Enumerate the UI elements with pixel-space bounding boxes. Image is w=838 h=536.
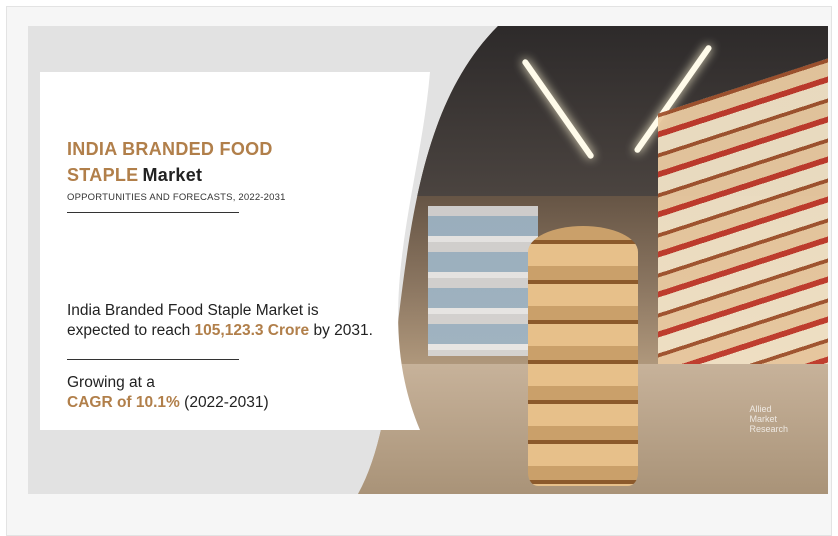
title-accent: STAPLE bbox=[67, 165, 139, 185]
divider bbox=[67, 212, 239, 213]
growth-line-1: Growing at a bbox=[67, 374, 155, 391]
divider bbox=[67, 359, 239, 360]
watermark-line: Research bbox=[749, 424, 788, 434]
watermark-line: Allied bbox=[749, 404, 772, 414]
growth-line-2: CAGR of 10.1% (2022-2031) bbox=[67, 393, 269, 413]
bread-display-stand bbox=[528, 226, 638, 486]
fridge-shelf bbox=[428, 206, 538, 356]
statement-line-1: India Branded Food Staple Market is bbox=[67, 302, 319, 319]
statement-line-2: expected to reach 105,123.3 Crore by 203… bbox=[67, 321, 373, 341]
report-title: INDIA BRANDED FOOD STAPLE Market bbox=[67, 136, 273, 188]
market-value: 105,123.3 Crore bbox=[194, 322, 310, 339]
market-size-statement: India Branded Food Staple Market is expe… bbox=[67, 301, 373, 341]
statement-suffix: by 2031. bbox=[313, 322, 373, 339]
growth-period: (2022-2031) bbox=[184, 394, 269, 411]
title-market: Market bbox=[142, 165, 203, 185]
title-line-2: STAPLE Market bbox=[67, 162, 273, 188]
statement-prefix: expected to reach bbox=[67, 322, 191, 339]
grocery-store-photo: Allied Market Research bbox=[358, 26, 828, 494]
title-line-1: INDIA BRANDED FOOD bbox=[67, 139, 273, 159]
watermark-line: Market bbox=[749, 414, 777, 424]
growth-statement: Growing at a CAGR of 10.1% (2022-2031) bbox=[67, 373, 269, 413]
cagr-value: CAGR of 10.1% bbox=[67, 394, 180, 411]
watermark-logo: Allied Market Research bbox=[749, 404, 788, 434]
report-subtitle: OPPORTUNITIES AND FORECASTS, 2022-2031 bbox=[67, 192, 286, 203]
